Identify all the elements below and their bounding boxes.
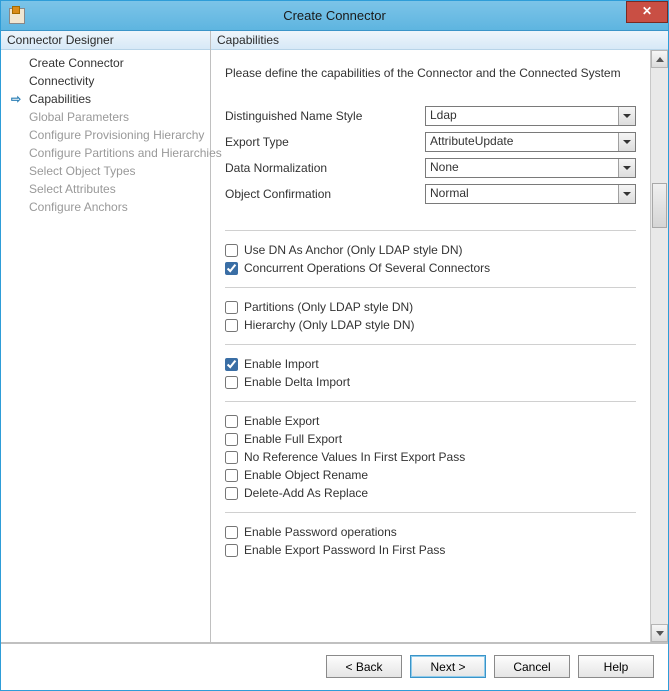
use-dn-as-anchor-only-ldap-style-dn--checkbox[interactable] [225, 244, 238, 257]
sidebar-item-connectivity[interactable]: Connectivity [1, 72, 210, 90]
data-normalization-select[interactable]: None [425, 158, 636, 178]
checkbox-row: Enable Object Rename [225, 468, 636, 482]
checkbox-row: Partitions (Only LDAP style DN) [225, 300, 636, 314]
chevron-down-icon[interactable] [618, 133, 635, 151]
enable-export-checkbox[interactable] [225, 415, 238, 428]
form-area: Please define the capabilities of the Co… [211, 50, 650, 642]
checkbox-row: Enable Full Export [225, 432, 636, 446]
checkbox-row: Delete-Add As Replace [225, 486, 636, 500]
back-button[interactable]: < Back [326, 655, 402, 678]
chevron-down-icon[interactable] [618, 185, 635, 203]
sidebar-item-configure-partitions-and-hierarchies: Configure Partitions and Hierarchies [1, 144, 210, 162]
no-reference-values-in-first-export-pass-checkbox[interactable] [225, 451, 238, 464]
checkbox-label: Enable Export Password In First Pass [244, 543, 445, 557]
form-row-1: Export TypeAttributeUpdate [225, 132, 636, 152]
window-title: Create Connector [1, 8, 668, 23]
checkbox-row: Use DN As Anchor (Only LDAP style DN) [225, 243, 636, 257]
field-label: Distinguished Name Style [225, 109, 425, 123]
select-value: AttributeUpdate [426, 133, 618, 151]
cancel-button[interactable]: Cancel [494, 655, 570, 678]
select-value: Normal [426, 185, 618, 203]
checkbox-row: Enable Import [225, 357, 636, 371]
chevron-down-icon[interactable] [618, 159, 635, 177]
sidebar-item-select-object-types: Select Object Types [1, 162, 210, 180]
export-type-select[interactable]: AttributeUpdate [425, 132, 636, 152]
scroll-thumb[interactable] [652, 183, 667, 228]
separator [225, 512, 636, 513]
field-label: Export Type [225, 135, 425, 149]
delete-add-as-replace-checkbox[interactable] [225, 487, 238, 500]
button-bar: < Back Next > Cancel Help [1, 643, 668, 689]
sidebar-item-configure-anchors: Configure Anchors [1, 198, 210, 216]
close-button[interactable]: ✕ [626, 1, 668, 23]
enable-full-export-checkbox[interactable] [225, 433, 238, 446]
select-value: None [426, 159, 618, 177]
checkbox-label: Enable Password operations [244, 525, 397, 539]
content-header: Capabilities [211, 31, 668, 50]
checkbox-row: Hierarchy (Only LDAP style DN) [225, 318, 636, 332]
checkbox-label: Concurrent Operations Of Several Connect… [244, 261, 490, 275]
sidebar-header: Connector Designer [1, 31, 210, 50]
sidebar-item-capabilities[interactable]: Capabilities [1, 90, 210, 108]
sidebar: Connector Designer Create ConnectorConne… [1, 31, 211, 643]
form-row-3: Object ConfirmationNormal [225, 184, 636, 204]
scroll-track[interactable] [651, 68, 668, 624]
sidebar-item-create-connector[interactable]: Create Connector [1, 54, 210, 72]
separator [225, 287, 636, 288]
checkbox-label: Partitions (Only LDAP style DN) [244, 300, 413, 314]
checkbox-label: Use DN As Anchor (Only LDAP style DN) [244, 243, 463, 257]
separator [225, 401, 636, 402]
checkbox-label: Enable Full Export [244, 432, 342, 446]
checkbox-row: Enable Password operations [225, 525, 636, 539]
partitions-only-ldap-style-dn--checkbox[interactable] [225, 301, 238, 314]
object-confirmation-select[interactable]: Normal [425, 184, 636, 204]
scroll-down-button[interactable] [651, 624, 668, 642]
sidebar-item-select-attributes: Select Attributes [1, 180, 210, 198]
enable-import-checkbox[interactable] [225, 358, 238, 371]
sidebar-item-global-parameters: Global Parameters [1, 108, 210, 126]
checkbox-label: Delete-Add As Replace [244, 486, 368, 500]
titlebar: Create Connector ✕ [1, 1, 668, 31]
intro-text: Please define the capabilities of the Co… [225, 66, 636, 80]
next-button[interactable]: Next > [410, 655, 486, 678]
checkbox-label: Enable Import [244, 357, 319, 371]
checkbox-row: No Reference Values In First Export Pass [225, 450, 636, 464]
distinguished-name-style-select[interactable]: Ldap [425, 106, 636, 126]
enable-password-operations-checkbox[interactable] [225, 526, 238, 539]
field-label: Object Confirmation [225, 187, 425, 201]
checkbox-label: Enable Delta Import [244, 375, 350, 389]
enable-export-password-in-first-pass-checkbox[interactable] [225, 544, 238, 557]
scroll-up-button[interactable] [651, 50, 668, 68]
help-button[interactable]: Help [578, 655, 654, 678]
field-label: Data Normalization [225, 161, 425, 175]
form-row-0: Distinguished Name StyleLdap [225, 106, 636, 126]
content-panel: Capabilities Please define the capabilit… [211, 31, 668, 643]
form-row-2: Data NormalizationNone [225, 158, 636, 178]
hierarchy-only-ldap-style-dn--checkbox[interactable] [225, 319, 238, 332]
vertical-scrollbar[interactable] [650, 50, 668, 642]
checkbox-row: Enable Export Password In First Pass [225, 543, 636, 557]
enable-object-rename-checkbox[interactable] [225, 469, 238, 482]
select-value: Ldap [426, 107, 618, 125]
checkbox-row: Enable Delta Import [225, 375, 636, 389]
checkbox-label: Enable Export [244, 414, 319, 428]
chevron-down-icon[interactable] [618, 107, 635, 125]
checkbox-label: Hierarchy (Only LDAP style DN) [244, 318, 414, 332]
concurrent-operations-of-several-connectors-checkbox[interactable] [225, 262, 238, 275]
checkbox-row: Enable Export [225, 414, 636, 428]
separator [225, 230, 636, 231]
checkbox-row: Concurrent Operations Of Several Connect… [225, 261, 636, 275]
checkbox-label: Enable Object Rename [244, 468, 368, 482]
separator [225, 344, 636, 345]
checkbox-label: No Reference Values In First Export Pass [244, 450, 465, 464]
enable-delta-import-checkbox[interactable] [225, 376, 238, 389]
sidebar-item-configure-provisioning-hierarchy: Configure Provisioning Hierarchy [1, 126, 210, 144]
